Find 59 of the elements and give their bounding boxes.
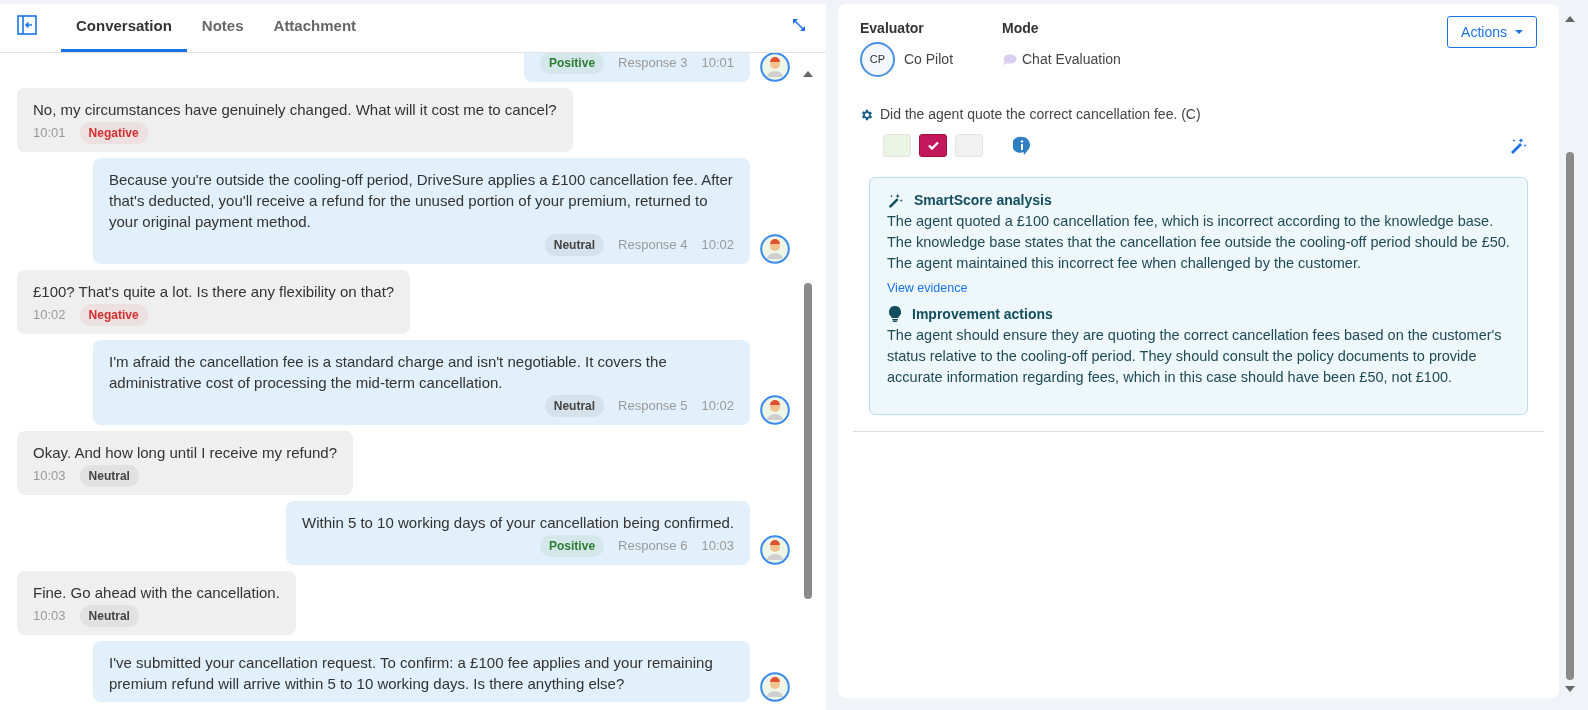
improvement-text: The agent should ensure they are quoting the correct cancellation fees based on the customer's status relative to the cooling-off period. They should consult the policy documents to provide accurate information regarding fees, which in this case should have been £50, not £100. — [887, 325, 1503, 387]
response-label: Response 6 — [618, 537, 688, 556]
avatar — [760, 535, 790, 565]
message-text: No, my circumstances have genuinely changed. What will it cost me to cancel? — [33, 100, 557, 120]
check-icon — [927, 141, 939, 150]
message-text: I've submitted your cancellation request. To confirm: a £100 fee applies and your remaining premium refund will arrive within 5 to 10 working days. Is there anything else? — [109, 653, 714, 694]
response-label: Response 5 — [618, 397, 688, 416]
message-time: 10:03 — [33, 607, 66, 626]
settings-icon — [860, 107, 874, 122]
speech-bubble-icon — [1002, 53, 1017, 66]
message-time: 10:01 — [33, 124, 66, 143]
evaluator-label: Evaluator — [860, 19, 925, 38]
message-time: 10:02 — [701, 397, 734, 416]
magic-wand-icon — [887, 192, 903, 209]
sentiment-badge: Neutral — [79, 605, 139, 627]
mode-label: Mode — [1002, 19, 1040, 38]
question-text: Did the agent quote the correct cancellation fee. (C) — [880, 105, 1201, 124]
actions-button[interactable]: Actions — [1447, 16, 1537, 48]
improvement-title: Improvement actions — [912, 304, 1053, 324]
tab[interactable]: Notes — [186, 3, 259, 52]
sentiment-badge: Negative — [79, 304, 148, 326]
analysis-title: SmartScore analysis — [914, 191, 1052, 210]
magic-wand-icon[interactable] — [1509, 136, 1527, 155]
tab[interactable]: Conversation — [61, 3, 187, 52]
message-time: 10:01 — [701, 54, 734, 73]
avatar — [760, 53, 790, 82]
avatar — [760, 395, 790, 425]
message-time: 10:03 — [701, 537, 734, 556]
tab[interactable]: Attachment — [258, 3, 372, 52]
message-text: £100? That's quite a lot. Is there any flexibility on that? — [33, 282, 395, 302]
mode-value: Chat Evaluation — [1022, 50, 1121, 69]
sentiment-badge: Positive — [540, 535, 605, 557]
analysis-text: The agent quoted a £100 cancellation fee, which is incorrect according to the knowledge base. The knowledge base states that the cancellation fee outside the cooling-off period should be £50. The agent maintained this incorrect fee when challenged by the customer. — [887, 212, 1510, 273]
info-icon[interactable] — [1013, 135, 1031, 156]
message-time: 10:02 — [701, 236, 734, 255]
sentiment-badge: Negative — [79, 122, 148, 144]
collapse-panel-icon[interactable] — [17, 15, 37, 35]
message-text: Okay. And how long until I receive my refund? — [33, 443, 338, 463]
message-text: Because you're outside the cooling-off period, DriveSure applies a £100 cancellation fee. After that's deducted, you'll receive a refund for the unused portion of your premium, returned to your original payment method. — [109, 170, 734, 232]
expand-icon[interactable] — [792, 18, 806, 32]
sentiment-badge: Neutral — [544, 234, 605, 256]
message-text: Fine. Go ahead with the cancellation. — [33, 583, 280, 603]
response-label: Response 4 — [618, 236, 688, 255]
sentiment-badge: Neutral — [544, 395, 605, 417]
lightbulb-icon — [889, 306, 901, 323]
message-time: 10:02 — [33, 306, 66, 325]
message-text: I'm afraid the cancellation fee is a standard charge and isn't negotiable. It covers the administrative cost of processing the mid-term cancellation. — [109, 352, 668, 393]
caret-icon — [1515, 30, 1523, 34]
score-option[interactable] — [919, 134, 947, 157]
sentiment-badge: Positive — [540, 53, 605, 74]
response-label: Response 3 — [618, 54, 688, 73]
message-time: 10:03 — [33, 467, 66, 486]
sentiment-badge: Neutral — [79, 465, 139, 487]
message-text: Within 5 to 10 working days of your cancellation being confirmed. — [302, 513, 734, 533]
avatar — [760, 672, 790, 702]
evaluator-avatar: CP — [860, 42, 895, 77]
avatar — [760, 234, 790, 264]
view-evidence-link[interactable]: View evidence — [887, 279, 968, 298]
evaluator-name: Co Pilot — [904, 50, 954, 69]
